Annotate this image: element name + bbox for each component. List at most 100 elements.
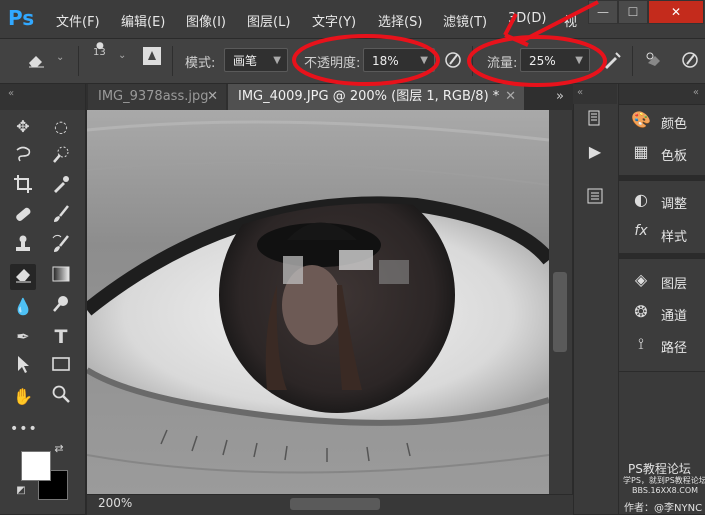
panel-swatches[interactable]: ▦ 色板 bbox=[619, 138, 705, 168]
panel-label: 色板 bbox=[661, 149, 688, 164]
layers-icon: ◈ bbox=[634, 270, 648, 289]
panel-label: 调整 bbox=[661, 197, 688, 212]
options-divider bbox=[78, 46, 79, 76]
airbrush-icon[interactable] bbox=[602, 50, 622, 74]
watermark-author: 作者：@李NYNC bbox=[624, 503, 703, 514]
tab-img-4009[interactable]: IMG_4009.JPG @ 200% (图层 1, RGB/8) * ✕ bbox=[228, 84, 524, 110]
menu-filter[interactable]: 滤镜(T) bbox=[443, 11, 487, 30]
eraser-icon[interactable] bbox=[10, 264, 36, 290]
panel-label: 路径 bbox=[661, 341, 688, 356]
panel-channels[interactable]: ❂ 通道 bbox=[619, 298, 705, 328]
path-select-icon[interactable] bbox=[10, 354, 36, 380]
properties-panel-icon[interactable] bbox=[580, 186, 610, 210]
foreground-color-swatch[interactable] bbox=[21, 451, 51, 481]
tab-label: IMG_9378ass.jpg bbox=[98, 89, 209, 104]
history-panel-icon[interactable] bbox=[580, 108, 610, 132]
photoshop-logo: Ps bbox=[8, 6, 35, 30]
move-icon[interactable]: ✥ bbox=[10, 114, 36, 140]
eye-photo bbox=[87, 110, 549, 494]
erase-to-history-icon[interactable] bbox=[644, 50, 664, 74]
actions-play-icon[interactable]: ▶ bbox=[580, 140, 610, 164]
panel-column-header: « bbox=[619, 84, 705, 104]
options-divider bbox=[632, 46, 633, 76]
pressure-size-icon[interactable] bbox=[680, 50, 700, 74]
opacity-value: 18% bbox=[372, 54, 399, 68]
styles-icon: fx bbox=[634, 223, 648, 239]
eyedropper-icon[interactable] bbox=[48, 174, 74, 200]
channels-icon: ❂ bbox=[634, 302, 648, 321]
opacity-input[interactable]: 18% ▼ bbox=[363, 48, 435, 72]
dock-header: « bbox=[573, 84, 617, 104]
gradient-icon[interactable] bbox=[48, 264, 74, 290]
zoom-icon[interactable] bbox=[48, 384, 74, 410]
panel-label: 颜色 bbox=[661, 117, 688, 132]
mode-value: 画笔 bbox=[233, 54, 258, 68]
palette-icon: 🎨 bbox=[631, 110, 651, 129]
healing-icon[interactable] bbox=[10, 204, 36, 230]
minimize-button[interactable]: — bbox=[588, 0, 618, 24]
panel-adjustments[interactable]: ◐ 调整 bbox=[619, 186, 705, 216]
brush-panel-icon[interactable] bbox=[142, 46, 162, 70]
menu-3d[interactable]: 3D(D) bbox=[508, 11, 546, 26]
collapse-icon[interactable]: « bbox=[577, 87, 583, 98]
crop-icon[interactable] bbox=[10, 174, 36, 200]
stamp-icon[interactable] bbox=[10, 234, 36, 260]
tab-label: IMG_4009.JPG @ 200% (图层 1, RGB/8) * bbox=[238, 89, 500, 104]
tab-img-9378[interactable]: IMG_9378ass.jpg ✕ bbox=[88, 84, 226, 110]
brush-size-value: 13 bbox=[93, 47, 106, 58]
panel-label: 通道 bbox=[661, 309, 688, 324]
menu-file[interactable]: 文件(F) bbox=[56, 11, 100, 30]
menu-edit[interactable]: 编辑(E) bbox=[121, 11, 165, 30]
menu-view[interactable]: 视 bbox=[564, 11, 577, 30]
chevron-down-icon: ▼ bbox=[420, 55, 428, 66]
collapse-icon[interactable]: « bbox=[8, 88, 14, 99]
panel-paths[interactable]: ⟟ 路径 bbox=[619, 330, 705, 360]
history-brush-icon[interactable] bbox=[48, 234, 74, 260]
menu-bar: Ps 文件(F) 编辑(E) 图像(I) 图层(L) 文字(Y) 选择(S) 滤… bbox=[0, 0, 705, 39]
options-divider bbox=[472, 46, 473, 76]
rectangle-icon[interactable] bbox=[48, 354, 74, 380]
adjustments-icon: ◐ bbox=[634, 190, 648, 209]
brush-chevron-icon[interactable]: ⌄ bbox=[118, 50, 126, 61]
watermark-url: BBS.16XX8.COM bbox=[632, 486, 699, 495]
panel-label: 图层 bbox=[661, 277, 688, 292]
close-tab-icon[interactable]: ✕ bbox=[505, 84, 516, 110]
blur-icon[interactable]: 💧 bbox=[10, 294, 36, 320]
pen-icon[interactable]: ✒ bbox=[10, 324, 36, 350]
default-colors-icon[interactable]: ◩ bbox=[14, 484, 28, 498]
collapse-icon[interactable]: « bbox=[693, 87, 699, 98]
flow-label: 流量: bbox=[487, 56, 518, 71]
menu-layer[interactable]: 图层(L) bbox=[247, 11, 290, 30]
zoom-level[interactable]: 200% bbox=[98, 496, 132, 510]
close-window-button[interactable]: ✕ bbox=[648, 0, 704, 24]
preset-chevron-icon[interactable]: ⌄ bbox=[56, 52, 64, 63]
maximize-button[interactable]: ☐ bbox=[618, 0, 648, 24]
horizontal-scroll-thumb[interactable] bbox=[290, 498, 380, 510]
vertical-scroll-thumb[interactable] bbox=[553, 272, 567, 352]
opacity-label: 不透明度: bbox=[304, 56, 361, 71]
eraser-tool-preset-icon[interactable] bbox=[26, 52, 48, 72]
chevron-down-icon: ▼ bbox=[273, 55, 281, 66]
panel-styles[interactable]: fx 样式 bbox=[619, 219, 705, 249]
brush-icon[interactable] bbox=[48, 204, 74, 230]
more-tools-icon[interactable]: ••• bbox=[10, 416, 37, 442]
swatches-icon: ▦ bbox=[633, 142, 649, 161]
panel-layers[interactable]: ◈ 图层 bbox=[619, 266, 705, 296]
menu-select[interactable]: 选择(S) bbox=[378, 11, 422, 30]
quick-select-icon[interactable] bbox=[48, 144, 74, 170]
hand-icon[interactable]: ✋ bbox=[10, 384, 36, 410]
type-icon[interactable]: T bbox=[48, 324, 74, 350]
marquee-icon[interactable]: ◌ bbox=[48, 114, 74, 140]
panel-color[interactable]: 🎨 颜色 bbox=[619, 106, 705, 136]
mode-select[interactable]: 画笔 ▼ bbox=[224, 48, 288, 72]
menu-type[interactable]: 文字(Y) bbox=[312, 11, 356, 30]
menu-image[interactable]: 图像(I) bbox=[186, 11, 226, 30]
swap-colors-icon[interactable]: ⇄ bbox=[50, 440, 68, 458]
more-tabs-button[interactable]: » bbox=[546, 84, 572, 110]
close-tab-icon[interactable]: ✕ bbox=[207, 84, 218, 110]
dodge-icon[interactable] bbox=[48, 294, 74, 320]
lasso-icon[interactable] bbox=[10, 144, 36, 170]
pressure-opacity-icon[interactable] bbox=[443, 50, 463, 74]
document-canvas[interactable] bbox=[87, 110, 549, 494]
flow-input[interactable]: 25% ▼ bbox=[520, 48, 590, 72]
